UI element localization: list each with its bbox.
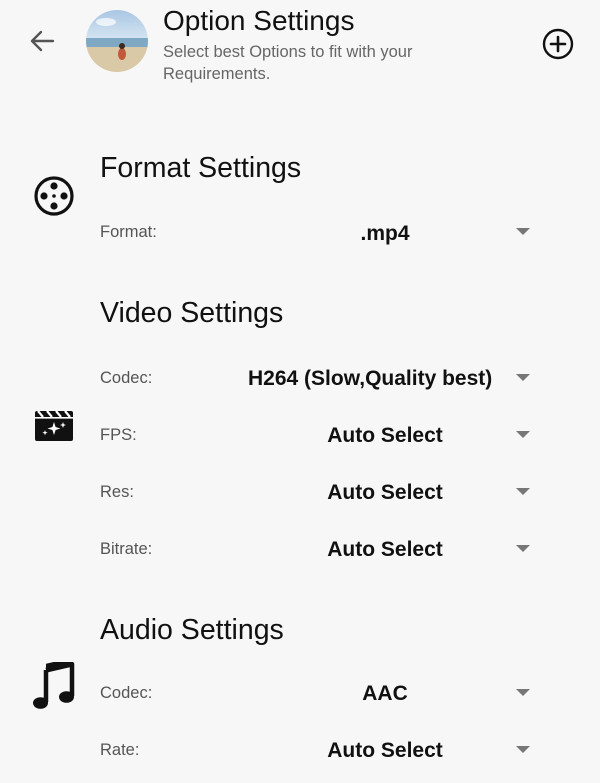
page-title: Option Settings bbox=[163, 5, 355, 36]
add-circle-icon[interactable] bbox=[540, 26, 576, 62]
chevron-down-icon[interactable] bbox=[516, 545, 530, 552]
audio-settings-title: Audio Settings bbox=[100, 614, 284, 646]
movie-clapper-icon bbox=[34, 410, 74, 447]
video-codec-label: Codec: bbox=[100, 369, 153, 387]
chevron-down-icon[interactable] bbox=[516, 431, 530, 438]
video-codec-value: H264 (Slow,Quality best) bbox=[248, 367, 493, 390]
music-note-icon bbox=[32, 657, 76, 715]
format-settings-title: Format Settings bbox=[100, 152, 302, 184]
film-reel-icon bbox=[33, 175, 75, 222]
bitrate-value: Auto Select bbox=[327, 538, 443, 561]
chevron-down-icon[interactable] bbox=[516, 488, 530, 495]
format-value: .mp4 bbox=[360, 222, 410, 245]
chevron-down-icon[interactable] bbox=[516, 689, 530, 696]
chevron-down-icon[interactable] bbox=[516, 228, 530, 235]
audio-codec-label: Codec: bbox=[100, 684, 153, 702]
format-label: Format: bbox=[100, 223, 157, 241]
audio-rate-value: Auto Select bbox=[327, 739, 443, 762]
fps-label: FPS: bbox=[100, 426, 137, 444]
audio-rate-label: Rate: bbox=[100, 741, 140, 759]
chevron-down-icon[interactable] bbox=[516, 746, 530, 753]
chevron-down-icon[interactable] bbox=[516, 374, 530, 381]
resolution-value: Auto Select bbox=[327, 481, 443, 504]
resolution-label: Res: bbox=[100, 483, 134, 501]
avatar bbox=[86, 10, 148, 72]
bitrate-label: Bitrate: bbox=[100, 540, 153, 558]
option-settings-screen: Option Settings Select best Options to f… bbox=[0, 0, 600, 783]
fps-value: Auto Select bbox=[327, 424, 443, 447]
back-arrow-icon[interactable] bbox=[26, 26, 58, 56]
video-settings-title: Video Settings bbox=[100, 297, 284, 329]
page-subtitle: Select best Options to fit with your Req… bbox=[163, 43, 413, 83]
audio-codec-value: AAC bbox=[362, 682, 408, 705]
